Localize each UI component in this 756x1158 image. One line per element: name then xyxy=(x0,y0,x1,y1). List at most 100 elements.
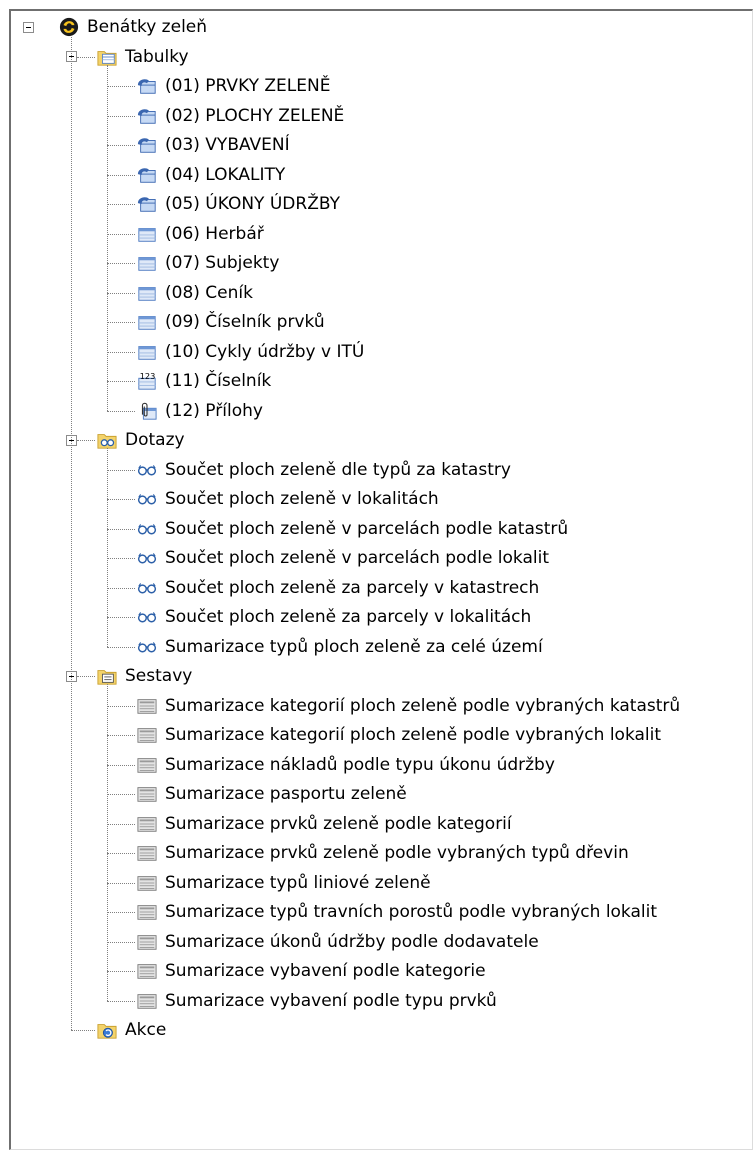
tree-node-root[interactable]: Benátky zeleň xyxy=(59,12,209,42)
dotazy-item[interactable]: Součet ploch zeleně za parcely v lokalit… xyxy=(137,602,533,632)
tree-connector-line xyxy=(107,705,135,707)
svg-text:123: 123 xyxy=(140,371,156,381)
report-icon xyxy=(137,932,157,952)
tabulky-item-label: (02) PLOCHY ZELENĚ xyxy=(165,105,345,126)
tree-connector-line xyxy=(107,646,135,648)
table-icon xyxy=(137,342,157,362)
sestavy-item[interactable]: Sumarizace nákladů podle typu úkonu údrž… xyxy=(137,750,557,780)
sestavy-item-label: Sumarizace vybavení podle typu prvků xyxy=(165,990,497,1011)
tree-connector-line xyxy=(107,381,135,382)
query-icon xyxy=(137,548,157,568)
query-icon xyxy=(137,519,157,539)
tabulky-item[interactable]: (09) Číselník prvků xyxy=(137,307,327,337)
sestavy-item[interactable]: Sumarizace prvků zeleně podle kategorií xyxy=(137,809,514,839)
tabulky-item-label: (09) Číselník prvků xyxy=(165,312,325,332)
tree-connector-line xyxy=(107,587,135,589)
dotazy-item[interactable]: Součet ploch zeleně v lokalitách xyxy=(137,484,441,514)
report-icon xyxy=(137,873,157,893)
tabulky-item[interactable]: (03) VYBAVENÍ xyxy=(137,130,292,160)
object-tree[interactable]: Benátky zeleň Tabulky (01) PRVKY ZELENĚ (02… xyxy=(9,9,753,1150)
tree-node-tabulky-label: Tabulky xyxy=(125,46,189,67)
dotazy-item[interactable]: Součet ploch zeleně v parcelách podle lo… xyxy=(137,543,551,573)
linked-table-icon xyxy=(137,135,157,155)
tree-connector-line xyxy=(71,1030,95,1031)
sestavy-item[interactable]: Sumarizace pasportu zeleně xyxy=(137,779,409,809)
tabulky-item[interactable]: (01) PRVKY ZELENĚ xyxy=(137,71,332,101)
dotazy-item-label: Součet ploch zeleně za parcely v lokalit… xyxy=(165,607,532,627)
actions-folder-icon xyxy=(97,1020,117,1040)
report-icon xyxy=(137,991,157,1011)
sestavy-item[interactable]: Sumarizace kategorií ploch zeleně podle … xyxy=(137,720,663,750)
tabulky-item[interactable]: (08) Ceník xyxy=(137,278,255,308)
tree-node-sestavy-label: Sestavy xyxy=(125,666,193,686)
tree-connector-line xyxy=(77,56,95,58)
table-icon xyxy=(137,312,157,332)
tree-connector-line xyxy=(107,351,135,353)
report-icon xyxy=(137,843,157,863)
tabulky-item-label: (08) Ceník xyxy=(165,282,253,303)
tabulky-item[interactable]: (07) Subjekty xyxy=(137,248,281,278)
root-collapse-toggle[interactable] xyxy=(23,21,34,33)
tree-node-dotazy[interactable]: Dotazy xyxy=(97,425,187,455)
tree-connector-line xyxy=(107,292,135,294)
tabulky-item[interactable]: (05) ÚKONY ÚDRŽBY xyxy=(137,189,342,219)
tabulky-item[interactable]: (06) Herbář xyxy=(137,219,266,249)
sestavy-item[interactable]: Sumarizace typů liniové zeleně xyxy=(137,868,433,898)
tree-connector-line xyxy=(107,322,135,323)
dotazy-item[interactable]: Součet ploch zeleně dle typů za katastry xyxy=(137,455,513,485)
sestavy-item-label: Sumarizace vybavení podle kategorie xyxy=(165,961,486,981)
tree-connector-line xyxy=(107,617,135,618)
query-icon xyxy=(137,607,157,627)
sestavy-item-label: Sumarizace prvků zeleně podle kategorií xyxy=(165,813,512,834)
linked-table-icon xyxy=(137,194,157,214)
report-icon xyxy=(137,755,157,775)
sestavy-item[interactable]: Sumarizace vybavení podle kategorie xyxy=(137,956,488,986)
report-icon xyxy=(137,696,157,716)
tree-node-sestavy[interactable]: Sestavy xyxy=(97,661,194,691)
tree-connector-line xyxy=(107,735,135,736)
tree-connector-line xyxy=(107,174,135,176)
report-icon xyxy=(137,784,157,804)
tree-connector-line xyxy=(107,233,135,235)
report-icon xyxy=(137,902,157,922)
table-icon xyxy=(137,253,157,273)
sestavy-item[interactable]: Sumarizace typů travních porostů podle v… xyxy=(137,897,659,927)
dotazy-item[interactable]: Sumarizace typů ploch zeleně za celé úze… xyxy=(137,632,545,662)
tree-connector-line xyxy=(107,823,135,825)
sestavy-item-label: Sumarizace nákladů podle typu úkonu údrž… xyxy=(165,754,555,775)
report-icon xyxy=(137,725,157,745)
tree-connector-line xyxy=(107,794,135,795)
sestavy-item-label: Sumarizace kategorií ploch zeleně podle … xyxy=(165,725,662,745)
dotazy-item-label: Součet ploch zeleně v lokalitách xyxy=(165,489,439,509)
tree-connector-line xyxy=(107,1000,135,1002)
table-icon xyxy=(137,224,157,244)
codebook-icon: 123 xyxy=(137,371,157,391)
report-icon xyxy=(137,961,157,981)
queries-folder-icon xyxy=(97,430,117,450)
tree-node-tabulky[interactable]: Tabulky xyxy=(97,42,191,72)
tree-node-root-label: Benátky zeleň xyxy=(87,17,208,37)
attachment-icon xyxy=(137,401,157,421)
tabulky-item[interactable]: (10) Cykly údržby v ITÚ xyxy=(137,337,366,367)
sestavy-item[interactable]: Sumarizace prvků zeleně podle vybraných … xyxy=(137,838,631,868)
dotazy-item[interactable]: Součet ploch zeleně v parcelách podle ka… xyxy=(137,514,570,544)
report-icon xyxy=(137,814,157,834)
dotazy-item-label: Součet ploch zeleně v parcelách podle lo… xyxy=(165,548,550,568)
tabulky-item[interactable]: (02) PLOCHY ZELENĚ xyxy=(137,101,346,131)
tabulky-item[interactable]: 123 (11) Číselník xyxy=(137,366,273,396)
tree-connector-line xyxy=(107,684,108,1001)
tree-connector-line xyxy=(107,410,135,412)
tree-connector-line xyxy=(77,676,95,677)
tabulky-item[interactable]: (04) LOKALITY xyxy=(137,160,287,190)
dotazy-item[interactable]: Součet ploch zeleně za parcely v katastr… xyxy=(137,573,541,603)
reports-folder-icon xyxy=(97,666,117,686)
sestavy-item[interactable]: Sumarizace vybavení podle typu prvků xyxy=(137,986,499,1016)
tabulky-item[interactable]: (12) Přílohy xyxy=(137,396,265,426)
sestavy-item[interactable]: Sumarizace úkonů údržby podle dodavatele xyxy=(137,927,541,957)
query-icon xyxy=(137,489,157,509)
tree-connector-line xyxy=(107,499,135,500)
sestavy-item[interactable]: Sumarizace kategorií ploch zeleně podle … xyxy=(137,691,682,721)
tree-node-akce[interactable]: Akce xyxy=(97,1015,168,1045)
tree-connector-line xyxy=(107,469,135,471)
sestavy-item-label: Sumarizace pasportu zeleně xyxy=(165,784,407,804)
